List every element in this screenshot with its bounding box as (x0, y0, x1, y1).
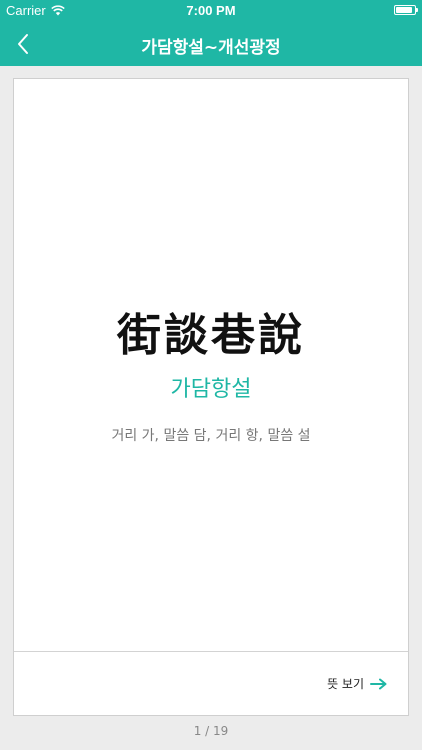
page-indicator: 1 / 19 (193, 724, 229, 738)
status-bar: Carrier 7:00 PM (0, 0, 422, 22)
status-time: 7:00 PM (186, 3, 236, 18)
arrow-right-icon (370, 678, 387, 689)
battery-icon (394, 5, 418, 15)
hangul-reading: 가담항설 (170, 377, 252, 402)
nav-bar: 가담항설~개선광정 (0, 22, 422, 66)
hanja-text: 街談巷說 (117, 310, 305, 361)
battery-fill (396, 7, 413, 13)
view-meaning-button[interactable]: 뜻 보기 (327, 675, 388, 692)
character-meanings: 거리 가, 말씀 담, 거리 항, 말씀 설 (111, 428, 311, 444)
flashcard[interactable]: 街談巷說 가담항설 거리 가, 말씀 담, 거리 항, 말씀 설 뜻 보기 (13, 78, 409, 716)
divider (14, 651, 408, 652)
view-meaning-label: 뜻 보기 (327, 677, 364, 691)
page-title: 가담항설~개선광정 (141, 38, 281, 58)
